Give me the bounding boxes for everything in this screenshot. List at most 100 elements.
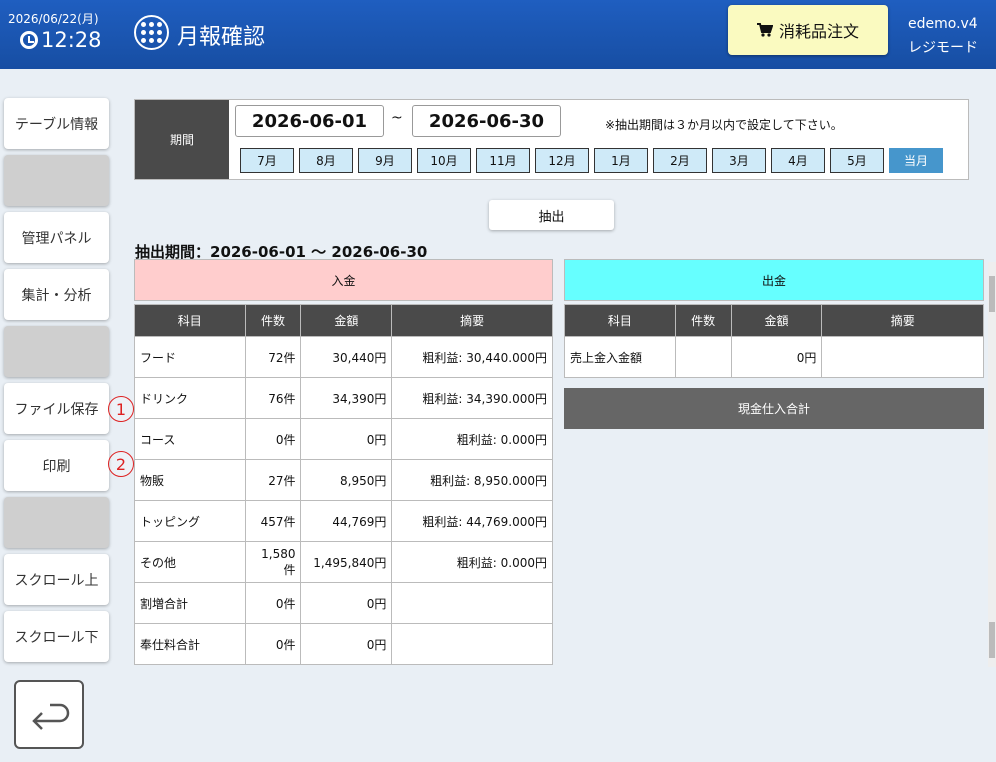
col-header: 件数 — [674, 304, 732, 337]
app-header: 2026/06/22(月) 12:28 月報確認 消耗品注文 edemo.v4 … — [0, 0, 996, 69]
table-row: 奉仕料合計 0件 0円 — [134, 623, 553, 665]
table-row: 売上金入金額 0円 — [564, 336, 984, 378]
table-cell: 0円 — [730, 336, 823, 378]
table-cell — [821, 336, 984, 378]
table-cell: 34,390円 — [300, 377, 393, 419]
sidebar-save-file-button[interactable]: ファイル保存 — [4, 383, 109, 434]
month-button-current[interactable]: 当月 — [889, 148, 943, 173]
table-cell: 割増合計 — [134, 582, 246, 624]
income-header-row: 科目 件数 金額 摘要 — [134, 304, 553, 337]
sidebar-admin-panel-button[interactable]: 管理パネル — [4, 212, 109, 263]
income-table: 科目 件数 金額 摘要 フード 72件 30,440円 粗利益: 30,440.000… — [134, 304, 553, 665]
table-cell: 物販 — [134, 459, 246, 501]
table-row: 割増合計 0件 0円 — [134, 582, 553, 624]
month-button-7[interactable]: 7月 — [240, 148, 294, 173]
order-supplies-button[interactable]: 消耗品注文 — [728, 5, 888, 55]
menu-grid-icon[interactable] — [134, 15, 169, 50]
col-header: 摘要 — [391, 304, 553, 337]
col-header: 科目 — [134, 304, 246, 337]
table-cell: 0件 — [244, 418, 302, 460]
cash-purchase-total-button[interactable]: 現金仕入合計 — [564, 388, 984, 429]
month-button-5[interactable]: 5月 — [830, 148, 884, 173]
sidebar-scroll-up-button[interactable]: スクロール上 — [4, 554, 109, 605]
order-button-label: 消耗品注文 — [778, 22, 859, 41]
expense-header: 出金 — [564, 259, 984, 301]
income-header: 入金 — [134, 259, 553, 301]
user-mode: レジモード — [908, 40, 978, 56]
period-panel: 期間 2026-06-01 ~ 2026-06-30 ※抽出期間は３か月以内で設… — [134, 99, 969, 180]
table-cell: 0円 — [300, 418, 393, 460]
table-cell: コース — [134, 418, 246, 460]
clock-icon — [20, 31, 38, 49]
table-cell: 76件 — [244, 377, 302, 419]
table-cell: フード — [134, 336, 246, 378]
col-header: 科目 — [564, 304, 676, 337]
month-button-4[interactable]: 4月 — [771, 148, 825, 173]
month-button-1[interactable]: 1月 — [594, 148, 648, 173]
table-cell: 粗利益: 44,769.000円 — [391, 500, 553, 542]
table-cell: 44,769円 — [300, 500, 393, 542]
header-time: 12:28 — [20, 28, 102, 52]
table-cell: 72件 — [244, 336, 302, 378]
table-cell — [674, 336, 732, 378]
month-button-8[interactable]: 8月 — [299, 148, 353, 173]
table-row: ドリンク 76件 34,390円 粗利益: 34,390.000円 — [134, 377, 553, 419]
month-button-3[interactable]: 3月 — [712, 148, 766, 173]
period-note: ※抽出期間は３か月以内で設定して下さい。 — [605, 118, 843, 132]
header-date: 2026/06/22(月) — [8, 12, 99, 26]
table-cell: ドリンク — [134, 377, 246, 419]
sidebar-empty-slot — [4, 497, 109, 548]
cart-icon — [756, 23, 773, 37]
month-button-12[interactable]: 12月 — [535, 148, 589, 173]
annotation-marker-1: 1 — [108, 396, 134, 422]
table-cell — [391, 623, 553, 665]
scrollbar-thumb[interactable] — [989, 276, 995, 312]
table-row: トッピング 457件 44,769円 粗利益: 44,769.000円 — [134, 500, 553, 542]
start-date-field[interactable]: 2026-06-01 — [235, 105, 384, 137]
col-header: 金額 — [730, 304, 823, 337]
table-row: フード 72件 30,440円 粗利益: 30,440.000円 — [134, 336, 553, 378]
table-cell: トッピング — [134, 500, 246, 542]
annotation-marker-2: 2 — [108, 451, 134, 477]
table-cell: 粗利益: 8,950.000円 — [391, 459, 553, 501]
sidebar-table-info-button[interactable]: テーブル情報 — [4, 98, 109, 149]
table-cell: 粗利益: 34,390.000円 — [391, 377, 553, 419]
period-label: 期間 — [135, 100, 229, 179]
expense-header-row: 科目 件数 金額 摘要 — [564, 304, 984, 337]
col-header: 金額 — [300, 304, 393, 337]
sidebar-empty-slot — [4, 155, 109, 206]
table-cell: その他 — [134, 541, 246, 583]
expense-table: 科目 件数 金額 摘要 売上金入金額 0円 — [564, 304, 984, 378]
return-arrow-icon — [32, 703, 70, 730]
page-title: 月報確認 — [177, 25, 266, 50]
col-header: 摘要 — [821, 304, 984, 337]
col-header: 件数 — [244, 304, 302, 337]
end-date-field[interactable]: 2026-06-30 — [412, 105, 561, 137]
period-separator: ~ — [391, 110, 403, 126]
table-cell: 1,495,840円 — [300, 541, 393, 583]
table-cell: 27件 — [244, 459, 302, 501]
month-button-10[interactable]: 10月 — [417, 148, 471, 173]
sidebar-scroll-down-button[interactable]: スクロール下 — [4, 611, 109, 662]
table-cell: 奉仕料合計 — [134, 623, 246, 665]
user-info: edemo.v4 レジモード — [908, 12, 978, 60]
scrollbar[interactable] — [988, 262, 996, 667]
month-button-2[interactable]: 2月 — [653, 148, 707, 173]
user-name: edemo.v4 — [908, 16, 978, 32]
sidebar-analysis-button[interactable]: 集計・分析 — [4, 269, 109, 320]
extract-button[interactable]: 抽出 — [489, 200, 614, 230]
month-button-11[interactable]: 11月 — [476, 148, 530, 173]
table-row: その他 1,580件 1,495,840円 粗利益: 0.000円 — [134, 541, 553, 583]
header-time-text: 12:28 — [41, 28, 102, 52]
table-cell — [391, 582, 553, 624]
table-cell: 0円 — [300, 582, 393, 624]
month-button-9[interactable]: 9月 — [358, 148, 412, 173]
back-button[interactable] — [14, 680, 84, 749]
table-cell: 457件 — [244, 500, 302, 542]
table-cell: 粗利益: 0.000円 — [391, 541, 553, 583]
scrollbar-thumb[interactable] — [989, 622, 995, 658]
table-row: コース 0件 0円 粗利益: 0.000円 — [134, 418, 553, 460]
table-row: 物販 27件 8,950円 粗利益: 8,950.000円 — [134, 459, 553, 501]
table-cell: 1,580件 — [244, 541, 302, 583]
sidebar-print-button[interactable]: 印刷 — [4, 440, 109, 491]
